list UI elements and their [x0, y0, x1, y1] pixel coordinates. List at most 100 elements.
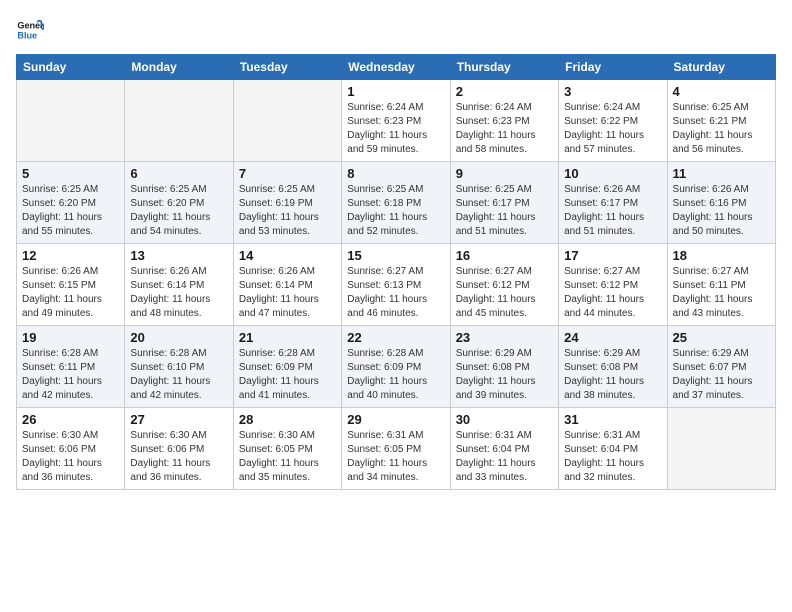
day-info: Sunrise: 6:30 AMSunset: 6:05 PMDaylight:… — [239, 429, 336, 485]
calendar-day-cell: 2 Sunrise: 6:24 AMSunset: 6:23 PMDaylight… — [450, 80, 558, 162]
weekday-header: Saturday — [667, 55, 775, 80]
day-info: Sunrise: 6:27 AMSunset: 6:12 PMDaylight:… — [456, 265, 553, 321]
calendar-day-cell: 6 Sunrise: 6:25 AMSunset: 6:20 PMDaylight… — [125, 162, 233, 244]
calendar-day-cell: 3 Sunrise: 6:24 AMSunset: 6:22 PMDaylight… — [559, 80, 667, 162]
day-number: 7 — [239, 166, 336, 181]
calendar-day-cell: 8Sunrise: 6:25 AMSunset: 6:18 PMDaylight… — [342, 162, 450, 244]
day-info: Sunrise: 6:26 AMSunset: 6:15 PMDaylight:… — [22, 265, 119, 321]
day-number: 29 — [347, 412, 444, 427]
day-number: 13 — [130, 248, 227, 263]
day-info: Sunrise: 6:25 AMSunset: 6:20 PMDaylight:… — [130, 183, 227, 239]
day-number: 1 — [347, 84, 444, 99]
day-info: Sunrise: 6:27 AMSunset: 6:13 PMDaylight:… — [347, 265, 444, 321]
day-info: Sunrise: 6:29 AMSunset: 6:08 PMDaylight:… — [456, 347, 553, 403]
day-info: Sunrise: 6:31 AMSunset: 6:04 PMDaylight:… — [456, 429, 553, 485]
calendar-day-cell: 25Sunrise: 6:29 AMSunset: 6:07 PMDayligh… — [667, 326, 775, 408]
day-number: 28 — [239, 412, 336, 427]
day-number: 16 — [456, 248, 553, 263]
day-info: Sunrise: 6:30 AMSunset: 6:06 PMDaylight:… — [22, 429, 119, 485]
day-info: Sunrise: 6:25 AMSunset: 6:21 PMDaylight:… — [673, 101, 770, 157]
calendar-day-cell: 15 Sunrise: 6:27 AMSunset: 6:13 PMDayligh… — [342, 244, 450, 326]
day-number: 14 — [239, 248, 336, 263]
day-number: 3 — [564, 84, 661, 99]
calendar-day-cell: 22 Sunrise: 6:28 AMSunset: 6:09 PMDayligh… — [342, 326, 450, 408]
day-info: Sunrise: 6:29 AMSunset: 6:08 PMDaylight:… — [564, 347, 661, 403]
calendar-week-row: 12 Sunrise: 6:26 AMSunset: 6:15 PMDayligh… — [17, 244, 776, 326]
weekday-header: Thursday — [450, 55, 558, 80]
day-number: 17 — [564, 248, 661, 263]
weekday-header: Tuesday — [233, 55, 341, 80]
day-info: Sunrise: 6:25 AMSunset: 6:19 PMDaylight:… — [239, 183, 336, 239]
calendar-day-cell: 29Sunrise: 6:31 AMSunset: 6:05 PMDayligh… — [342, 408, 450, 490]
day-info: Sunrise: 6:24 AMSunset: 6:23 PMDaylight:… — [456, 101, 553, 157]
calendar-day-cell: 17 Sunrise: 6:27 AMSunset: 6:12 PMDayligh… — [559, 244, 667, 326]
svg-text:General: General — [17, 21, 44, 31]
day-number: 30 — [456, 412, 553, 427]
day-number: 4 — [673, 84, 770, 99]
day-info: Sunrise: 6:29 AMSunset: 6:07 PMDaylight:… — [673, 347, 770, 403]
weekday-header: Sunday — [17, 55, 125, 80]
day-info: Sunrise: 6:28 AMSunset: 6:09 PMDaylight:… — [239, 347, 336, 403]
weekday-header: Friday — [559, 55, 667, 80]
page-header: General Blue — [16, 16, 776, 44]
day-info: Sunrise: 6:26 AMSunset: 6:14 PMDaylight:… — [130, 265, 227, 321]
calendar-day-cell: 27 Sunrise: 6:30 AMSunset: 6:06 PMDayligh… — [125, 408, 233, 490]
calendar-day-cell: 11Sunrise: 6:26 AMSunset: 6:16 PMDayligh… — [667, 162, 775, 244]
calendar-day-cell: 7 Sunrise: 6:25 AMSunset: 6:19 PMDaylight… — [233, 162, 341, 244]
calendar-day-cell — [125, 80, 233, 162]
calendar-day-cell: 10 Sunrise: 6:26 AMSunset: 6:17 PMDayligh… — [559, 162, 667, 244]
day-number: 2 — [456, 84, 553, 99]
calendar-week-row: 1 Sunrise: 6:24 AMSunset: 6:23 PMDaylight… — [17, 80, 776, 162]
day-number: 6 — [130, 166, 227, 181]
day-info: Sunrise: 6:24 AMSunset: 6:22 PMDaylight:… — [564, 101, 661, 157]
day-info: Sunrise: 6:30 AMSunset: 6:06 PMDaylight:… — [130, 429, 227, 485]
day-info: Sunrise: 6:28 AMSunset: 6:11 PMDaylight:… — [22, 347, 119, 403]
day-number: 24 — [564, 330, 661, 345]
calendar-day-cell: 30 Sunrise: 6:31 AMSunset: 6:04 PMDayligh… — [450, 408, 558, 490]
calendar-day-cell: 4 Sunrise: 6:25 AMSunset: 6:21 PMDaylight… — [667, 80, 775, 162]
day-number: 12 — [22, 248, 119, 263]
day-info: Sunrise: 6:25 AMSunset: 6:18 PMDaylight:… — [347, 183, 444, 239]
day-info: Sunrise: 6:25 AMSunset: 6:20 PMDaylight:… — [22, 183, 119, 239]
calendar-day-cell: 23 Sunrise: 6:29 AMSunset: 6:08 PMDayligh… — [450, 326, 558, 408]
day-info: Sunrise: 6:27 AMSunset: 6:11 PMDaylight:… — [673, 265, 770, 321]
weekday-header: Wednesday — [342, 55, 450, 80]
day-number: 27 — [130, 412, 227, 427]
calendar-day-cell: 1 Sunrise: 6:24 AMSunset: 6:23 PMDaylight… — [342, 80, 450, 162]
calendar-day-cell: 5 Sunrise: 6:25 AMSunset: 6:20 PMDaylight… — [17, 162, 125, 244]
day-number: 10 — [564, 166, 661, 181]
day-number: 23 — [456, 330, 553, 345]
calendar-day-cell: 31Sunrise: 6:31 AMSunset: 6:04 PMDayligh… — [559, 408, 667, 490]
calendar-day-cell: 20 Sunrise: 6:28 AMSunset: 6:10 PMDayligh… — [125, 326, 233, 408]
day-number: 26 — [22, 412, 119, 427]
calendar-day-cell: 9 Sunrise: 6:25 AMSunset: 6:17 PMDaylight… — [450, 162, 558, 244]
day-info: Sunrise: 6:26 AMSunset: 6:14 PMDaylight:… — [239, 265, 336, 321]
calendar-day-cell: 24 Sunrise: 6:29 AMSunset: 6:08 PMDayligh… — [559, 326, 667, 408]
logo: General Blue — [16, 16, 48, 44]
calendar-day-cell: 16 Sunrise: 6:27 AMSunset: 6:12 PMDayligh… — [450, 244, 558, 326]
calendar-day-cell: 28 Sunrise: 6:30 AMSunset: 6:05 PMDayligh… — [233, 408, 341, 490]
calendar-day-cell: 12 Sunrise: 6:26 AMSunset: 6:15 PMDayligh… — [17, 244, 125, 326]
day-info: Sunrise: 6:28 AMSunset: 6:10 PMDaylight:… — [130, 347, 227, 403]
day-number: 20 — [130, 330, 227, 345]
day-number: 21 — [239, 330, 336, 345]
day-info: Sunrise: 6:27 AMSunset: 6:12 PMDaylight:… — [564, 265, 661, 321]
calendar-day-cell: 19 Sunrise: 6:28 AMSunset: 6:11 PMDayligh… — [17, 326, 125, 408]
day-info: Sunrise: 6:26 AMSunset: 6:17 PMDaylight:… — [564, 183, 661, 239]
logo-icon: General Blue — [16, 16, 44, 44]
day-number: 9 — [456, 166, 553, 181]
calendar-day-cell: 18Sunrise: 6:27 AMSunset: 6:11 PMDayligh… — [667, 244, 775, 326]
calendar-day-cell: 13 Sunrise: 6:26 AMSunset: 6:14 PMDayligh… — [125, 244, 233, 326]
day-number: 5 — [22, 166, 119, 181]
calendar-week-row: 26 Sunrise: 6:30 AMSunset: 6:06 PMDayligh… — [17, 408, 776, 490]
day-number: 19 — [22, 330, 119, 345]
day-info: Sunrise: 6:25 AMSunset: 6:17 PMDaylight:… — [456, 183, 553, 239]
day-number: 15 — [347, 248, 444, 263]
calendar-week-row: 5 Sunrise: 6:25 AMSunset: 6:20 PMDaylight… — [17, 162, 776, 244]
calendar-day-cell — [233, 80, 341, 162]
day-info: Sunrise: 6:26 AMSunset: 6:16 PMDaylight:… — [673, 183, 770, 239]
day-number: 22 — [347, 330, 444, 345]
day-info: Sunrise: 6:28 AMSunset: 6:09 PMDaylight:… — [347, 347, 444, 403]
svg-text:Blue: Blue — [17, 30, 37, 40]
day-info: Sunrise: 6:24 AMSunset: 6:23 PMDaylight:… — [347, 101, 444, 157]
